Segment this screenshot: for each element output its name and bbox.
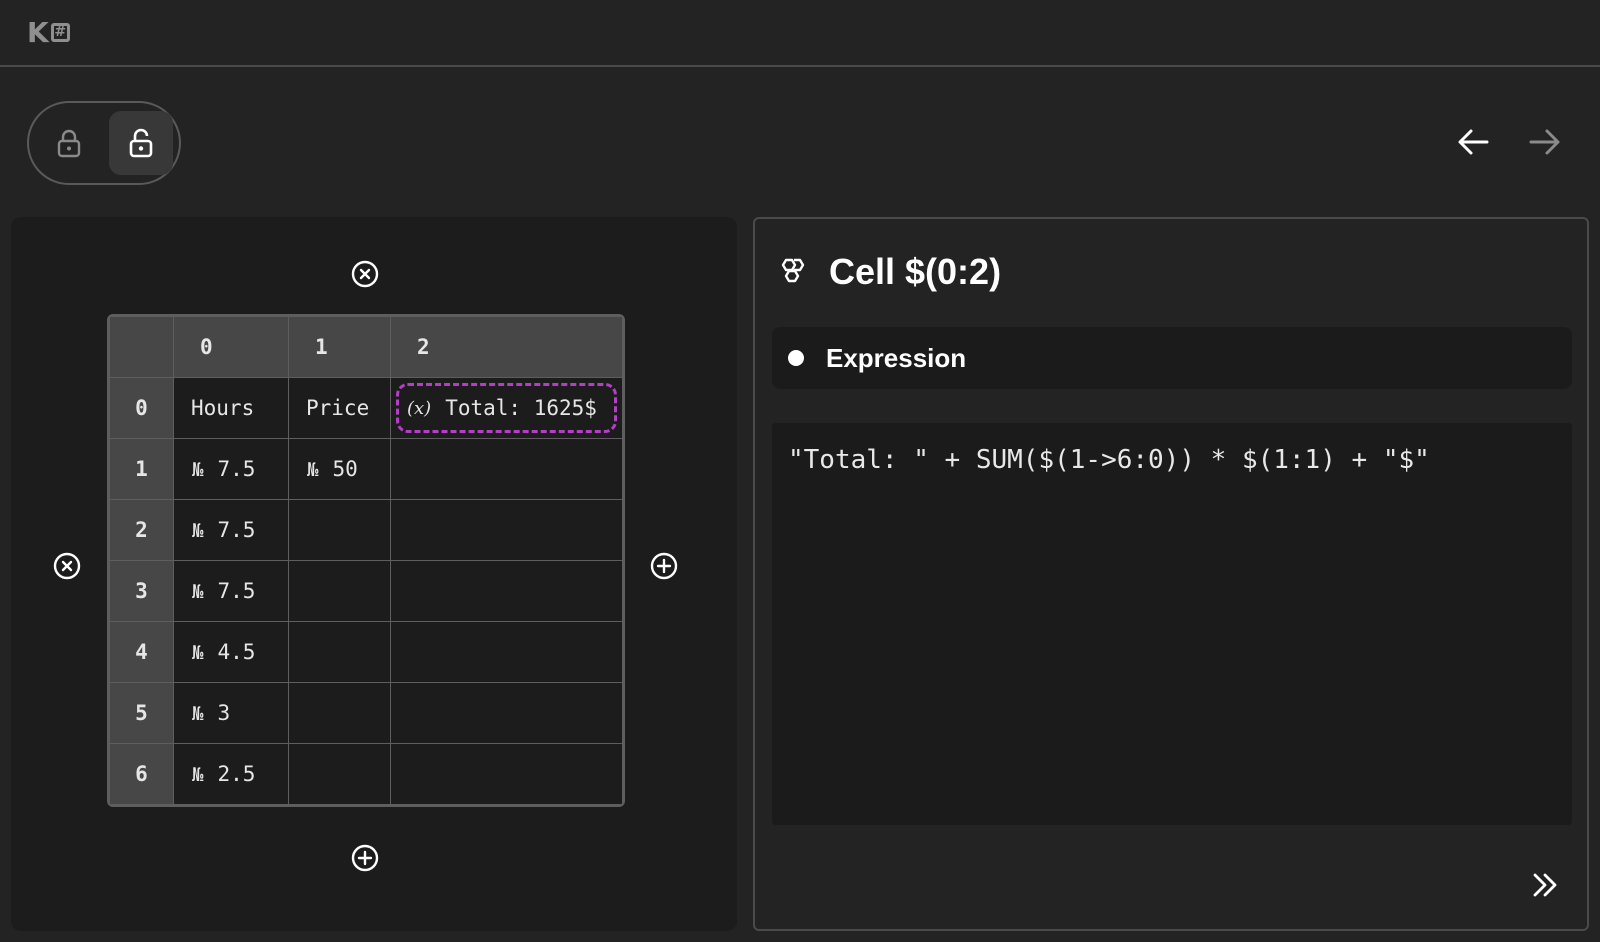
cell-2-1[interactable] [288,499,391,561]
column-header-2[interactable]: 2 [390,316,623,378]
cell-value: Total: 1625$ [445,396,597,420]
lock-button[interactable] [37,111,101,175]
table-row: 2 № 7.5 [109,499,623,561]
collapse-panel-button[interactable] [1527,867,1563,903]
table-row: 1 № 7.5 № 50 [109,438,623,500]
row-header-3[interactable]: 3 [109,560,174,622]
row-header-1[interactable]: 1 [109,438,174,500]
remove-row-top-button[interactable] [350,259,380,289]
cell-0-2-selected[interactable]: (x) Total: 1625$ [390,377,623,439]
cell-1-2[interactable] [390,438,623,500]
cell-0-1[interactable]: Price [288,377,391,439]
cell-0-0[interactable]: Hours [173,377,289,439]
row-header-4[interactable]: 4 [109,621,174,683]
cell-5-0[interactable]: № 3 [173,682,289,744]
inspector-header: Cell $(0:2) [777,251,1001,293]
cell-6-1[interactable] [288,743,391,805]
remove-column-left-button[interactable] [52,551,82,581]
type-indicator-dot [788,350,804,366]
lock-toggle [27,101,181,185]
back-button[interactable] [1453,122,1493,162]
row-header-6[interactable]: 6 [109,743,174,805]
row-header-2[interactable]: 2 [109,499,174,561]
arrow-right-icon [1529,129,1560,155]
plus-circle-icon [351,844,379,872]
corner-cell [109,316,174,378]
add-column-button[interactable] [649,551,679,581]
cell-type-selector[interactable]: Expression [772,327,1572,389]
table-row: 5 № 3 [109,682,623,744]
unlock-button[interactable] [109,111,173,175]
cell-3-0[interactable]: № 7.5 [173,560,289,622]
logo-letter: K [27,15,49,49]
column-header-0[interactable]: 0 [173,316,289,378]
cell-5-1[interactable] [288,682,391,744]
cell-5-2[interactable] [390,682,623,744]
expression-icon: (x) [407,397,432,419]
cell-type-label: Expression [826,342,967,373]
cell-4-0[interactable]: № 4.5 [173,621,289,683]
cell-4-2[interactable] [390,621,623,683]
expression-editor[interactable]: "Total: " + SUM($(1->6:0)) * $(1:1) + "$… [772,423,1572,825]
cell-hexagons-icon [781,258,805,283]
top-bar: K # [0,0,1600,67]
app-logo[interactable]: K # [27,15,70,49]
close-circle-icon [351,260,379,288]
table-row: 4 № 4.5 [109,621,623,683]
cell-4-1[interactable] [288,621,391,683]
column-header-1[interactable]: 1 [288,316,391,378]
double-chevron-right-icon [1533,873,1557,897]
cell-inspector-panel: Cell $(0:2) Expression "Total: " + SUM($… [753,217,1589,931]
forward-button[interactable] [1525,122,1565,162]
lock-icon [57,129,81,158]
inspector-title: Cell $(0:2) [829,251,1002,292]
row-header-0[interactable]: 0 [109,377,174,439]
cell-3-2[interactable] [390,560,623,622]
logo-hash-mark: # [50,22,70,42]
table-row: 3 № 7.5 [109,560,623,622]
cell-1-0[interactable]: № 7.5 [173,438,289,500]
cell-1-1[interactable]: № 50 [288,438,391,500]
unlock-icon [129,128,153,158]
selection-outline: (x) Total: 1625$ [396,383,617,433]
cell-2-0[interactable]: № 7.5 [173,499,289,561]
row-header-5[interactable]: 5 [109,682,174,744]
add-row-button[interactable] [350,843,380,873]
arrow-left-icon [1458,129,1489,155]
cell-6-2[interactable] [390,743,623,805]
cell-6-0[interactable]: № 2.5 [173,743,289,805]
table-row: 0 Hours Price (x) Total: 1625$ [109,377,623,439]
spreadsheet-grid: 0 1 2 0 Hours Price (x) Total: 1625$ 1 №… [107,314,625,807]
close-circle-icon [53,552,81,580]
plus-circle-icon [650,552,678,580]
cell-2-2[interactable] [390,499,623,561]
cell-3-1[interactable] [288,560,391,622]
column-header-row: 0 1 2 [109,316,623,378]
table-row: 6 № 2.5 [109,743,623,805]
